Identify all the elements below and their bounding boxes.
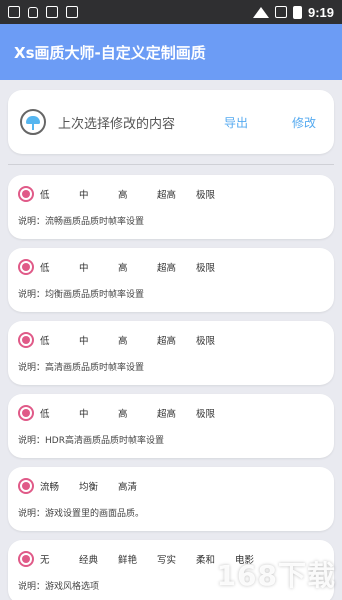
option-label[interactable]: 超高 bbox=[157, 260, 196, 274]
option-label[interactable]: 均衡 bbox=[79, 479, 118, 493]
option-label[interactable]: 鲜艳 bbox=[118, 552, 157, 566]
export-button[interactable]: 导出 bbox=[224, 114, 248, 131]
setting-card: 低中高超高 极限说明：均衡画质品质时帧率设置 bbox=[8, 248, 334, 312]
option-label[interactable]: 高 bbox=[118, 406, 157, 420]
option-label[interactable]: 写实 bbox=[157, 552, 196, 566]
option-label[interactable]: 高 bbox=[118, 187, 157, 201]
radio-selected-icon[interactable] bbox=[18, 332, 34, 348]
setting-description: 说明：游戏设置里的画面品质。 bbox=[18, 509, 145, 519]
option-label[interactable]: 极限 bbox=[196, 406, 235, 420]
option-label[interactable]: 极限 bbox=[196, 260, 235, 274]
option-row: 低中高超高 极限 bbox=[18, 183, 324, 205]
sd-card-icon bbox=[66, 6, 78, 18]
option-label[interactable]: 流畅 bbox=[40, 479, 79, 493]
notification-icon-2 bbox=[46, 6, 58, 18]
lock-icon bbox=[28, 6, 38, 18]
battery-icon bbox=[292, 5, 302, 19]
option-label[interactable]: 中 bbox=[79, 260, 118, 274]
last-selection-title: 上次选择修改的内容 bbox=[58, 116, 176, 132]
option-label[interactable]: 超高 bbox=[157, 187, 196, 201]
option-row: 流畅 均衡 高清 bbox=[18, 475, 324, 497]
option-label[interactable]: 高 bbox=[118, 333, 157, 347]
setting-description: 说明：HDR高清画质品质时帧率设置 bbox=[18, 436, 164, 446]
option-label[interactable]: 中 bbox=[79, 406, 118, 420]
signal-icon bbox=[274, 6, 287, 18]
option-label[interactable]: 经典 bbox=[79, 552, 118, 566]
option-label[interactable]: 中 bbox=[79, 187, 118, 201]
option-label[interactable]: 中 bbox=[79, 333, 118, 347]
radio-selected-icon[interactable] bbox=[18, 478, 34, 494]
option-label[interactable]: 超高 bbox=[157, 333, 196, 347]
option-label[interactable]: 低 bbox=[40, 187, 79, 201]
radio-selected-icon[interactable] bbox=[18, 405, 34, 421]
setting-description: 说明：高清画质品质时帧率设置 bbox=[18, 363, 145, 373]
option-label[interactable]: 无 bbox=[40, 552, 79, 566]
status-time: 9:19 bbox=[307, 4, 334, 20]
wifi-icon bbox=[252, 6, 269, 18]
setting-card: 流畅 均衡 高清说明：游戏设置里的画面品质。 bbox=[8, 467, 334, 531]
option-label[interactable]: 极限 bbox=[196, 187, 235, 201]
option-row: 低中高超高 极限 bbox=[18, 256, 324, 278]
radio-selected-icon[interactable] bbox=[18, 186, 34, 202]
parachute-icon bbox=[20, 109, 46, 135]
modify-button[interactable]: 修改 bbox=[292, 114, 316, 131]
watermark: 168下载 bbox=[216, 559, 336, 592]
main-content: 上次选择修改的内容 导出 修改 低中高超高 极限 说明：流畅画质品质时帧率设置低中高… bbox=[0, 80, 342, 600]
option-label[interactable]: 高 bbox=[118, 260, 157, 274]
app-bar: Xs画质大师-自定义定制画质 bbox=[0, 24, 342, 80]
setting-description: 说明：均衡画质品质时帧率设置 bbox=[18, 290, 145, 300]
option-label[interactable]: 低 bbox=[40, 406, 79, 420]
app-title: Xs画质大师-自定义定制画质 bbox=[14, 43, 206, 62]
setting-card: 低中高超高 极限说明：高清画质品质时帧率设置 bbox=[8, 321, 334, 385]
status-bar: 9:19 bbox=[0, 0, 342, 24]
setting-card: 低中高超高 极限说明：流畅画质品质时帧率设置 bbox=[8, 175, 334, 239]
option-label[interactable]: 超高 bbox=[157, 406, 196, 420]
notification-icon bbox=[8, 6, 20, 18]
option-label[interactable]: 极限 bbox=[196, 333, 235, 347]
last-selection-card: 上次选择修改的内容 导出 修改 bbox=[8, 90, 334, 154]
setting-card: 低中高超高 极限说明：HDR高清画质品质时帧率设置 bbox=[8, 394, 334, 458]
setting-description: 说明：流畅画质品质时帧率设置 bbox=[18, 217, 145, 227]
option-label[interactable]: 低 bbox=[40, 333, 79, 347]
divider bbox=[8, 164, 334, 165]
radio-selected-icon[interactable] bbox=[18, 551, 34, 567]
option-row: 低中高超高 极限 bbox=[18, 329, 324, 351]
option-label[interactable]: 低 bbox=[40, 260, 79, 274]
radio-selected-icon[interactable] bbox=[18, 259, 34, 275]
settings-list: 低中高超高 极限 说明：流畅画质品质时帧率设置低中高超高 极限 说明：均衡画质品质时帧率… bbox=[8, 175, 334, 600]
option-label[interactable]: 高清 bbox=[118, 479, 157, 493]
option-row: 低中高超高 极限 bbox=[18, 402, 324, 424]
